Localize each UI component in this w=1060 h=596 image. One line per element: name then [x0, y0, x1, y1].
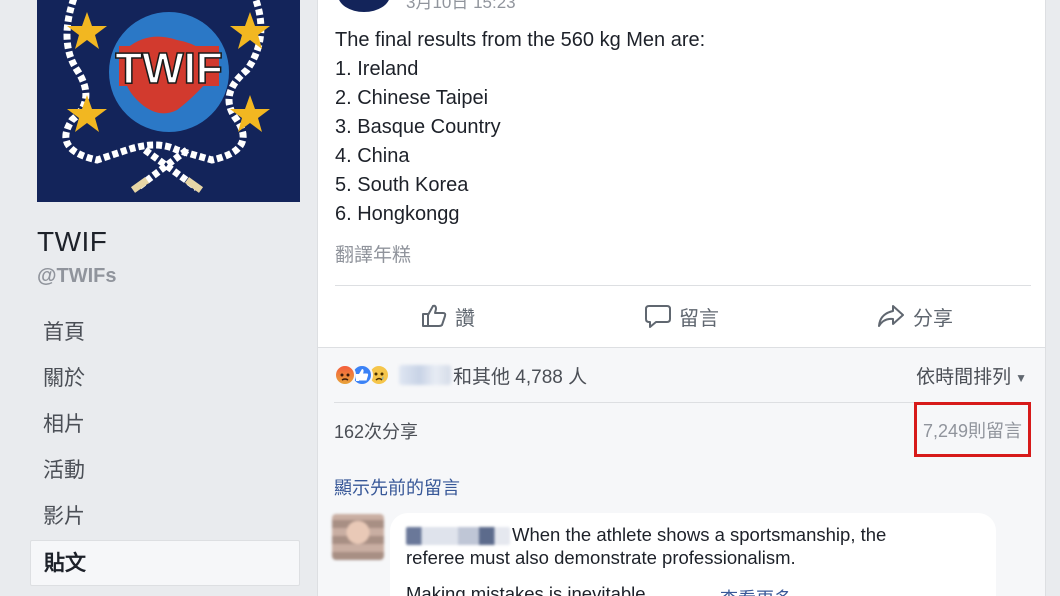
- result-item: 5. South Korea: [335, 174, 469, 196]
- thumbs-up-icon: [422, 304, 447, 327]
- sidebar-item-about[interactable]: 關於: [30, 356, 300, 402]
- results-list: 1. Ireland 2. Chinese Taipei 3. Basque C…: [335, 55, 705, 229]
- commenter-name-blurred[interactable]: [406, 527, 510, 546]
- share-arrow-icon: [878, 305, 904, 327]
- comment-line-2: referee must also demonstrate profession…: [406, 547, 796, 568]
- result-item: 2. Chinese Taipei: [335, 87, 489, 109]
- page-profile-picture[interactable]: TWIF: [37, 0, 300, 202]
- share-label: 分享: [913, 307, 953, 330]
- post-timestamp[interactable]: 3月10日 15:23: [406, 0, 516, 13]
- reactions-count-text: 和其他 4,788 人: [453, 366, 588, 388]
- result-item: 3. Basque Country: [335, 116, 501, 138]
- like-button[interactable]: 讚: [421, 291, 475, 341]
- comment-label: 留言: [679, 307, 719, 330]
- left-column: TWIF TWIF @TWIFs 首頁 關於 相片 活動 影片 貼文: [0, 0, 318, 596]
- result-item: 6. Hongkongg: [335, 203, 460, 225]
- see-more-link[interactable]: 查看更多: [720, 585, 792, 596]
- post-body: The final results from the 560 kg Men ar…: [335, 26, 705, 229]
- comment-button[interactable]: 留言: [645, 291, 719, 341]
- angry-reaction-icon: [334, 364, 356, 386]
- sidebar-nav: 首頁 關於 相片 活動 影片 貼文: [30, 310, 300, 586]
- caret-down-icon: ▼: [1015, 370, 1027, 385]
- sidebar-item-posts[interactable]: 貼文: [30, 540, 300, 586]
- sidebar-item-home[interactable]: 首頁: [30, 310, 300, 356]
- like-label: 讚: [455, 307, 475, 330]
- result-item: 1. Ireland: [335, 58, 419, 80]
- post-intro: The final results from the 560 kg Men ar…: [335, 29, 706, 51]
- divider: [335, 285, 1031, 286]
- action-bar: 讚 留言 分享: [335, 291, 1031, 341]
- comment-bubble: When the athlete shows a sportsmanship, …: [390, 513, 996, 596]
- comment-bubble-icon: [645, 305, 671, 328]
- page-handle[interactable]: @TWIFs: [37, 265, 117, 288]
- translate-link[interactable]: 翻譯年糕: [335, 240, 411, 267]
- post-author-avatar[interactable]: [338, 0, 390, 12]
- sidebar-item-events[interactable]: 活動: [30, 448, 300, 494]
- comment-count-text: 7,249則留言: [922, 420, 1023, 441]
- comment-count-highlighted[interactable]: 7,249則留言: [914, 402, 1031, 457]
- comment-line-3: Making mistakes is inevitable: [406, 583, 646, 596]
- comment-text: When the athlete shows a sportsmanship, …: [406, 523, 980, 569]
- sort-label-text: 依時間排列: [916, 367, 1012, 388]
- share-count[interactable]: 162次分享: [334, 418, 418, 444]
- svg-text:TWIF: TWIF: [115, 44, 223, 93]
- post-card: 3月10日 15:23 The final results from the 5…: [317, 0, 1046, 596]
- feedback-section: 和其他 4,788 人 依時間排列 ▼ 162次分享 7,249則留言 顯示先前的…: [318, 347, 1045, 596]
- twif-logo: TWIF: [37, 0, 300, 202]
- comment-sort-dropdown[interactable]: 依時間排列 ▼: [916, 362, 1027, 389]
- show-previous-comments-link[interactable]: 顯示先前的留言: [334, 474, 460, 500]
- sidebar-item-photos[interactable]: 相片: [30, 402, 300, 448]
- comment-line-1: When the athlete shows a sportsmanship, …: [512, 524, 887, 545]
- page-name[interactable]: TWIF: [37, 226, 107, 258]
- share-button[interactable]: 分享: [877, 291, 953, 341]
- blurred-reactor-name: [399, 365, 451, 385]
- reactions-summary[interactable]: 和其他 4,788 人: [334, 360, 587, 390]
- result-item: 4. China: [335, 145, 410, 167]
- sidebar-item-videos[interactable]: 影片: [30, 494, 300, 540]
- commenter-avatar[interactable]: [332, 514, 384, 560]
